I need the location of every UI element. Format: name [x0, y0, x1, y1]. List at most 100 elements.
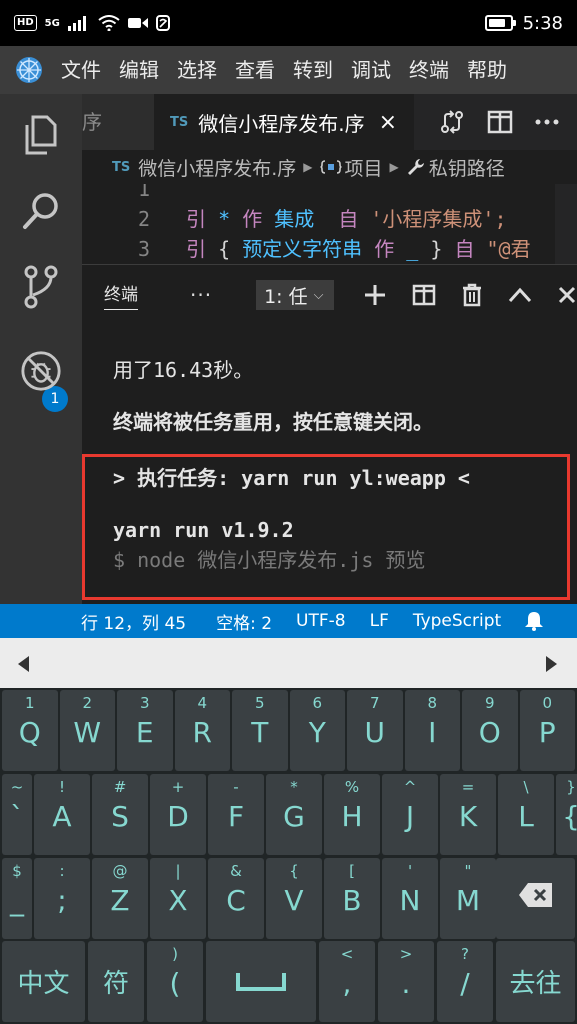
key-g[interactable]: * G [266, 774, 322, 855]
key-v[interactable]: {V [266, 858, 322, 939]
menu-view[interactable]: 查看 [226, 46, 284, 94]
key-q[interactable]: 1Q [2, 690, 58, 771]
key-p[interactable]: 0P [519, 690, 575, 771]
key-s[interactable]: # S [92, 774, 148, 855]
key-comma[interactable]: < , [319, 941, 375, 1022]
code-editor[interactable]: 1 2 引 * 作 集成 自 '小程序集成'; 3 引 { 预定义字符串 作 _… [82, 184, 577, 264]
key-secondary: 3 [139, 694, 150, 712]
breadcrumb-file[interactable]: 微信小程序发布.序 [138, 154, 296, 181]
scroll-right-icon[interactable] [546, 656, 557, 672]
more-actions-icon[interactable] [535, 119, 559, 125]
key-label: X [168, 884, 188, 917]
key-paren[interactable]: ) ( [147, 941, 203, 1022]
menu-edit[interactable]: 编辑 [110, 46, 168, 94]
code-token: 自 [338, 207, 359, 231]
key-z[interactable]: @ Z [92, 858, 148, 939]
key-[interactable]: $ _ [2, 858, 32, 939]
menu-help[interactable]: 帮助 [458, 46, 516, 94]
end-of-line[interactable]: LF [359, 611, 400, 631]
panel-more-icon[interactable]: ··· [190, 283, 212, 307]
menu-go[interactable]: 转到 [284, 46, 342, 94]
compare-changes-icon[interactable] [439, 109, 465, 135]
key-backspace[interactable] [496, 858, 575, 939]
add-terminal-icon[interactable] [364, 284, 386, 306]
tab-terminal[interactable]: 终端 [104, 280, 138, 310]
close-icon[interactable] [558, 286, 576, 304]
key-t[interactable]: 5T [232, 690, 288, 771]
scroll-left-icon[interactable] [18, 656, 29, 672]
language-mode[interactable]: TypeScript [402, 611, 512, 631]
key-a[interactable]: ! A [34, 774, 90, 855]
key-secondary: $ [12, 862, 22, 880]
key-secondary: < [340, 945, 354, 963]
encoding[interactable]: UTF-8 [285, 611, 357, 631]
key-o[interactable]: 9O [462, 690, 518, 771]
key-language[interactable]: 中文 [2, 941, 85, 1022]
chevron-up-icon[interactable] [508, 287, 532, 303]
trash-icon[interactable] [462, 283, 482, 307]
key-k[interactable]: = K [440, 774, 496, 855]
key-label: L [518, 800, 534, 833]
chevron-down-icon: ⌵ [313, 287, 324, 303]
notification-bell-icon[interactable] [524, 611, 544, 631]
indentation[interactable]: 空格: 2 [205, 609, 283, 634]
terminal-select[interactable]: 1: 任 ⌵ [256, 280, 335, 310]
menu-terminal[interactable]: 终端 [400, 46, 458, 94]
key-period[interactable]: > . [378, 941, 434, 1022]
key-m[interactable]: " M [440, 858, 496, 939]
key-u[interactable]: 7U [347, 690, 403, 771]
menu-debug[interactable]: 调试 [342, 46, 400, 94]
key-symbols[interactable]: 符 [88, 941, 144, 1022]
key-r[interactable]: 4R [174, 690, 230, 771]
breadcrumb-chevron-icon: ▶ [303, 160, 313, 174]
key-label: V [284, 884, 304, 917]
split-editor-icon[interactable] [487, 110, 513, 134]
key-go[interactable]: 去往 [496, 941, 575, 1022]
tab-close-icon[interactable]: × [379, 110, 397, 135]
key-n[interactable]: ' N [382, 858, 438, 939]
video-icon [127, 18, 148, 28]
key-[interactable]: }{ [556, 774, 577, 855]
key-i[interactable]: 8I [404, 690, 460, 771]
key-y[interactable]: 6Y [289, 690, 345, 771]
cursor-position[interactable]: 行 12，列 45 [70, 609, 197, 634]
key-label: C [226, 884, 246, 917]
key-[interactable]: :; [34, 858, 90, 939]
minimap[interactable] [555, 184, 577, 264]
tab-active[interactable]: TS 微信小程序发布.序 × [154, 94, 414, 150]
key-j[interactable]: ^ J [382, 774, 438, 855]
source-control-icon[interactable] [20, 265, 62, 309]
key-b[interactable]: [B [324, 858, 380, 939]
key-c[interactable]: & C [208, 858, 264, 939]
key-h[interactable]: % H [324, 774, 380, 855]
key-slash[interactable]: ? / [437, 941, 493, 1022]
tab-active-label: 微信小程序发布.序 [198, 111, 365, 136]
split-terminal-icon[interactable] [412, 284, 436, 306]
key-label: 中文 [17, 969, 70, 999]
breadcrumb-item3[interactable]: 私钥路径 [429, 154, 505, 181]
menu-file[interactable]: 文件 [52, 46, 110, 94]
highlight-annotation [82, 454, 570, 600]
menu-selection[interactable]: 选择 [168, 46, 226, 94]
key-[interactable]: ~ ` [2, 774, 32, 855]
key-l[interactable]: \ L [498, 774, 554, 855]
breadcrumb-item2[interactable]: 项目 [345, 154, 383, 181]
key-x[interactable]: | X [150, 858, 206, 939]
menu-bar: 文件 编辑 选择 查看 转到 调试 终端 帮助 [0, 46, 577, 94]
key-space[interactable] [206, 941, 316, 1022]
key-e[interactable]: 3E [117, 690, 173, 771]
signal-icon [67, 16, 86, 31]
code-token: 预定义字符串 [242, 237, 363, 261]
tab-previous[interactable]: 序 [82, 94, 154, 150]
app-logo-icon[interactable] [14, 55, 44, 85]
object-icon [319, 160, 342, 174]
key-f[interactable]: -F [208, 774, 264, 855]
key-w[interactable]: 2W [59, 690, 115, 771]
debug-icon[interactable] [20, 350, 62, 392]
explorer-icon[interactable] [20, 114, 62, 156]
search-icon[interactable] [20, 190, 62, 232]
terminal-output[interactable]: 用了16.43秒。 终端将被任务重用，按任意键关闭。 > 执行任务: yarn … [82, 324, 577, 604]
system-status-bar: HD 5G 5:38 [0, 0, 577, 46]
key-label: / [460, 967, 470, 1000]
key-d[interactable]: + D [150, 774, 206, 855]
